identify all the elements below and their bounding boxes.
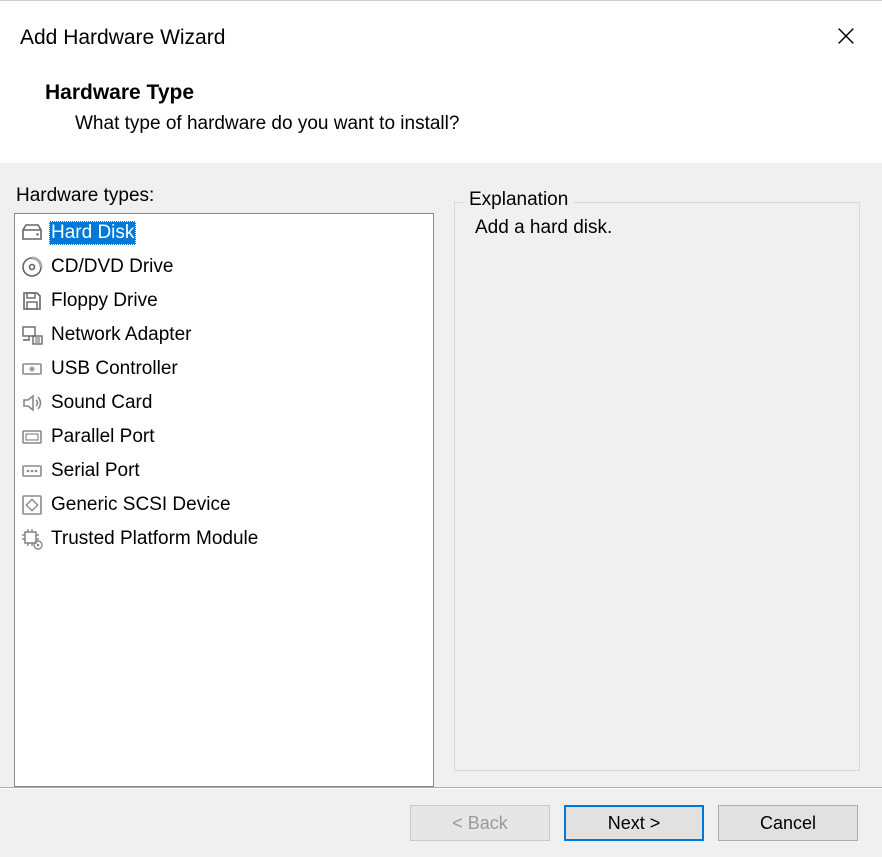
list-item-generic-scsi-device[interactable]: Generic SCSI Device bbox=[17, 488, 431, 522]
list-item-sound-card[interactable]: Sound Card bbox=[17, 386, 431, 420]
hardware-types-label: Hardware types: bbox=[16, 185, 434, 207]
page-heading: Hardware Type bbox=[45, 81, 194, 105]
list-item-floppy-drive[interactable]: Floppy Drive bbox=[17, 284, 431, 318]
list-item-parallel-port[interactable]: Parallel Port bbox=[17, 420, 431, 454]
list-item-label: Sound Card bbox=[49, 391, 154, 415]
list-item-trusted-platform-module[interactable]: Trusted Platform Module bbox=[17, 522, 431, 556]
hardware-types-panel: Hardware types: Hard Disk CD/DVD Drive bbox=[14, 185, 434, 787]
explanation-panel: Explanation Add a hard disk. bbox=[454, 185, 860, 787]
back-button: < Back bbox=[410, 805, 550, 841]
explanation-fieldset: Explanation Add a hard disk. bbox=[454, 202, 860, 771]
list-item-label: Hard Disk bbox=[49, 221, 136, 245]
add-hardware-wizard-dialog: Add Hardware Wizard Hardware Type What t… bbox=[0, 0, 882, 857]
list-item-label: Generic SCSI Device bbox=[49, 493, 233, 517]
list-item-label: Floppy Drive bbox=[49, 289, 160, 313]
tpm-icon bbox=[19, 526, 45, 552]
footer-divider bbox=[0, 787, 882, 788]
parallel-port-icon bbox=[19, 424, 45, 450]
floppy-icon bbox=[19, 288, 45, 314]
list-item-cd-dvd-drive[interactable]: CD/DVD Drive bbox=[17, 250, 431, 284]
list-item-network-adapter[interactable]: Network Adapter bbox=[17, 318, 431, 352]
list-item-label: CD/DVD Drive bbox=[49, 255, 175, 279]
scsi-icon bbox=[19, 492, 45, 518]
serial-port-icon bbox=[19, 458, 45, 484]
dialog-body: Hardware types: Hard Disk CD/DVD Drive bbox=[0, 163, 882, 787]
explanation-legend: Explanation bbox=[463, 189, 574, 211]
list-item-label: USB Controller bbox=[49, 357, 180, 381]
cd-dvd-icon bbox=[19, 254, 45, 280]
hard-disk-icon bbox=[19, 220, 45, 246]
list-item-label: Trusted Platform Module bbox=[49, 527, 260, 551]
cancel-button[interactable]: Cancel bbox=[718, 805, 858, 841]
hardware-types-listbox[interactable]: Hard Disk CD/DVD Drive Floppy Drive bbox=[14, 213, 434, 787]
dialog-header: Add Hardware Wizard Hardware Type What t… bbox=[0, 1, 882, 161]
next-button[interactable]: Next > bbox=[564, 805, 704, 841]
list-item-label: Serial Port bbox=[49, 459, 142, 483]
sound-card-icon bbox=[19, 390, 45, 416]
list-item-label: Parallel Port bbox=[49, 425, 157, 449]
list-item-hard-disk[interactable]: Hard Disk bbox=[17, 216, 431, 250]
list-item-label: Network Adapter bbox=[49, 323, 193, 347]
network-adapter-icon bbox=[19, 322, 45, 348]
explanation-text: Add a hard disk. bbox=[471, 217, 843, 239]
usb-icon bbox=[19, 356, 45, 382]
header-divider bbox=[0, 161, 882, 162]
dialog-title: Add Hardware Wizard bbox=[20, 26, 225, 50]
close-icon bbox=[835, 25, 857, 50]
list-item-serial-port[interactable]: Serial Port bbox=[17, 454, 431, 488]
close-button[interactable] bbox=[832, 23, 860, 51]
page-subheading: What type of hardware do you want to ins… bbox=[75, 113, 459, 135]
dialog-footer: < Back Next > Cancel bbox=[0, 789, 882, 857]
list-item-usb-controller[interactable]: USB Controller bbox=[17, 352, 431, 386]
